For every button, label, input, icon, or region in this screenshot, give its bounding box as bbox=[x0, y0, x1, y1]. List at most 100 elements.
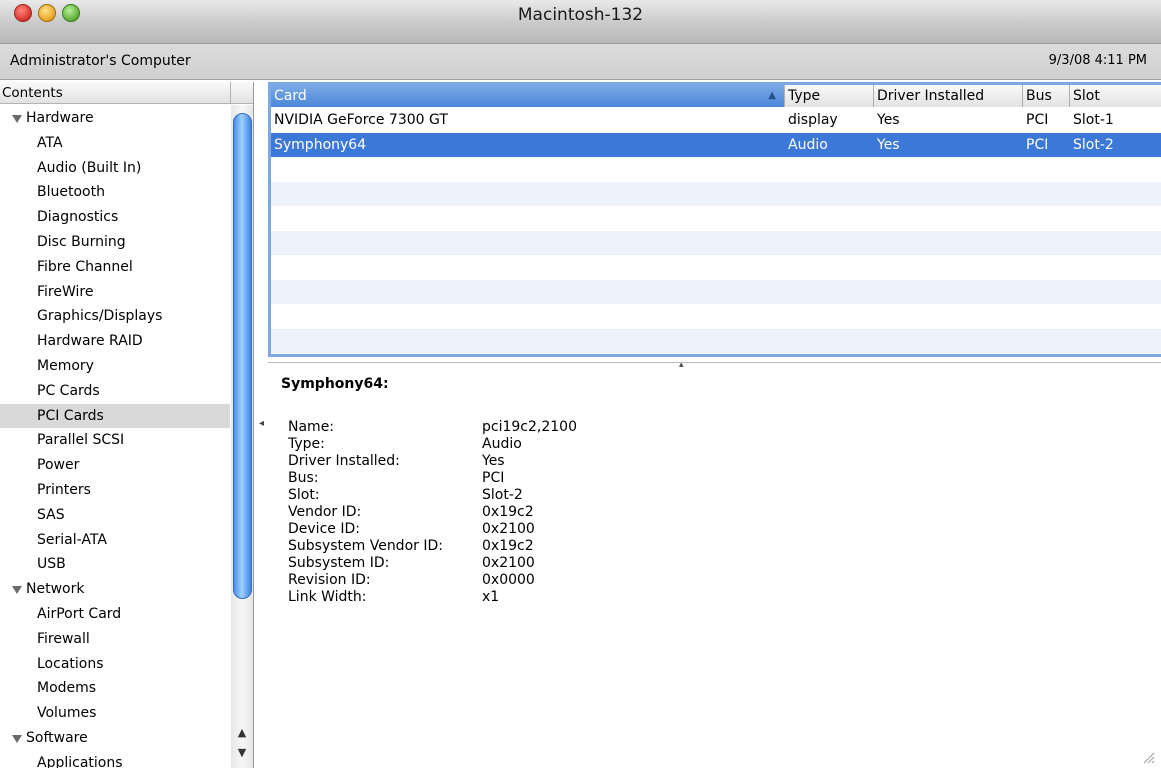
field-label: Type: bbox=[288, 436, 325, 452]
table-row-empty[interactable] bbox=[271, 181, 1161, 206]
cell-driver: Yes bbox=[877, 112, 900, 128]
header-divider bbox=[230, 82, 231, 104]
sidebar-item-usb[interactable]: USB bbox=[0, 552, 230, 577]
table-header: Card ▲ Type Driver Installed Bus Slot bbox=[271, 85, 1161, 107]
sidebar-item-volumes[interactable]: Volumes bbox=[0, 701, 230, 726]
detail-field-device-id: Device ID: 0x2100 bbox=[288, 521, 577, 538]
detail-field-subsystem-vendor-id: Subsystem Vendor ID: 0x19c2 bbox=[288, 538, 577, 555]
sidebar-group-network[interactable]: Network bbox=[0, 577, 230, 602]
sidebar-header-label: Contents bbox=[2, 85, 63, 101]
detail-field-vendor-id: Vendor ID: 0x19c2 bbox=[288, 504, 577, 521]
triangle-down-icon[interactable] bbox=[12, 734, 22, 743]
sidebar-item-disc-burning[interactable]: Disc Burning bbox=[0, 230, 230, 255]
sidebar-item-pci-cards[interactable]: PCI Cards bbox=[0, 403, 230, 429]
triangle-down-icon[interactable] bbox=[12, 115, 22, 123]
sidebar-scrollbar[interactable]: ▲ ▼ bbox=[231, 105, 253, 768]
cell-slot: Slot-1 bbox=[1073, 112, 1114, 128]
sidebar-item-bluetooth[interactable]: Bluetooth bbox=[0, 180, 230, 205]
field-value: 0x2100 bbox=[482, 521, 535, 537]
table-row[interactable]: NVIDIA GeForce 7300 GT display Yes PCI Slot-… bbox=[271, 108, 1161, 133]
sidebar-item-memory[interactable]: Memory bbox=[0, 354, 230, 379]
sidebar-group-label: Network bbox=[26, 581, 85, 598]
detail-field-bus: Bus: PCI bbox=[288, 470, 577, 487]
field-label: Driver Installed: bbox=[288, 453, 400, 469]
column-header-driver-installed[interactable]: Driver Installed bbox=[874, 85, 1023, 107]
contents-sidebar: Contents Hardware ATA Audio (Built In) Blue… bbox=[0, 82, 254, 768]
cell-driver: Yes bbox=[877, 136, 900, 153]
detail-field-link-width: Link Width: x1 bbox=[288, 589, 577, 606]
field-value: 0x19c2 bbox=[482, 504, 534, 520]
field-label: Bus: bbox=[288, 470, 319, 486]
sidebar-item-locations[interactable]: Locations bbox=[0, 652, 230, 677]
table-row-empty[interactable] bbox=[271, 328, 1161, 353]
sidebar-item-modems[interactable]: Modems bbox=[0, 676, 230, 701]
sidebar-item-power[interactable]: Power bbox=[0, 453, 230, 478]
table-row-empty[interactable] bbox=[271, 255, 1161, 280]
sidebar-item-serial-ata[interactable]: Serial-ATA bbox=[0, 528, 230, 553]
sidebar-group-software[interactable]: Software bbox=[0, 726, 230, 751]
sidebar-item-pc-cards[interactable]: PC Cards bbox=[0, 379, 230, 404]
info-bar: Administrator's Computer 9/3/08 4:11 PM bbox=[0, 44, 1161, 80]
resize-grip-icon[interactable] bbox=[1141, 750, 1155, 764]
sidebar-item-audio-built-in[interactable]: Audio (Built In) bbox=[0, 156, 230, 181]
sidebar-item-fibre-channel[interactable]: Fibre Channel bbox=[0, 255, 230, 280]
field-value: 0x19c2 bbox=[482, 538, 534, 554]
sidebar-group-label: Software bbox=[26, 729, 88, 746]
sidebar-item-sas[interactable]: SAS bbox=[0, 503, 230, 528]
sidebar-item-ata[interactable]: ATA bbox=[0, 131, 230, 156]
detail-fields: Name: pci19c2,2100 Type: Audio Driver Instal… bbox=[288, 419, 577, 606]
sidebar-item-graphics-displays[interactable]: Graphics/Displays bbox=[0, 304, 230, 329]
window-title: Macintosh-132 bbox=[517, 5, 644, 25]
sidebar-item-parallel-scsi[interactable]: Parallel SCSI bbox=[0, 428, 230, 453]
column-header-type[interactable]: Type bbox=[785, 85, 874, 107]
date-time: 9/3/08 4:11 PM bbox=[1048, 53, 1147, 68]
detail-pane: ▴ Symphony64: Name: pci19c2,2100 Type: Audi… bbox=[268, 360, 1161, 768]
table-row-empty[interactable] bbox=[271, 304, 1161, 329]
table-row-empty[interactable] bbox=[271, 230, 1161, 255]
field-label: Link Width: bbox=[288, 589, 367, 605]
sidebar-item-applications[interactable]: Applications bbox=[0, 751, 230, 768]
table-row-empty[interactable] bbox=[271, 157, 1161, 182]
column-header-card[interactable]: Card ▲ bbox=[271, 85, 785, 107]
field-value: PCI bbox=[482, 470, 505, 486]
sidebar-item-diagnostics[interactable]: Diagnostics bbox=[0, 205, 230, 230]
cell-bus: PCI bbox=[1026, 112, 1049, 128]
sidebar-item-hardware-raid[interactable]: Hardware RAID bbox=[0, 329, 230, 354]
sidebar-group-hardware[interactable]: Hardware bbox=[0, 106, 230, 131]
column-header-label: Bus bbox=[1026, 88, 1052, 104]
table-row-empty[interactable] bbox=[271, 279, 1161, 304]
sidebar-scroll-thumb[interactable] bbox=[233, 113, 252, 599]
field-value: pci19c2,2100 bbox=[482, 419, 577, 435]
cell-card: NVIDIA GeForce 7300 GT bbox=[274, 112, 448, 128]
field-label: Revision ID: bbox=[288, 572, 371, 588]
field-value: 0x2100 bbox=[482, 555, 535, 571]
title-bar: Macintosh-132 bbox=[0, 0, 1161, 44]
table-row[interactable]: Symphony64 Audio Yes PCI Slot-2 bbox=[271, 132, 1161, 157]
sidebar-item-printers[interactable]: Printers bbox=[0, 478, 230, 503]
sort-ascending-icon: ▲ bbox=[768, 90, 776, 101]
sidebar-item-firewire[interactable]: FireWire bbox=[0, 280, 230, 305]
sidebar-header[interactable]: Contents bbox=[0, 82, 253, 104]
field-label: Name: bbox=[288, 419, 335, 435]
column-header-label: Card bbox=[274, 88, 307, 104]
cell-bus: PCI bbox=[1026, 136, 1049, 153]
arrow-up-icon[interactable]: ▲ bbox=[231, 726, 253, 744]
column-header-label: Type bbox=[788, 88, 821, 104]
cell-type: display bbox=[788, 112, 838, 128]
cell-card: Symphony64 bbox=[274, 136, 367, 153]
split-view-handle[interactable]: ◂ bbox=[259, 418, 265, 429]
sidebar-group-label: Hardware bbox=[26, 110, 94, 126]
detail-field-driver-installed: Driver Installed: Yes bbox=[288, 453, 577, 470]
table-row-empty[interactable] bbox=[271, 206, 1161, 231]
arrow-down-icon[interactable]: ▼ bbox=[231, 746, 253, 764]
sidebar-tree: Hardware ATA Audio (Built In) Bluetooth Diag… bbox=[0, 106, 230, 768]
sidebar-item-firewall[interactable]: Firewall bbox=[0, 627, 230, 652]
split-handle-icon[interactable]: ▴ bbox=[679, 360, 684, 370]
field-label: Slot: bbox=[288, 487, 320, 503]
field-value: Yes bbox=[482, 453, 505, 469]
column-header-bus[interactable]: Bus bbox=[1023, 85, 1070, 107]
field-label: Device ID: bbox=[288, 521, 360, 537]
triangle-down-icon[interactable] bbox=[12, 586, 22, 595]
sidebar-item-airport-card[interactable]: AirPort Card bbox=[0, 602, 230, 627]
column-header-slot[interactable]: Slot bbox=[1070, 85, 1161, 107]
